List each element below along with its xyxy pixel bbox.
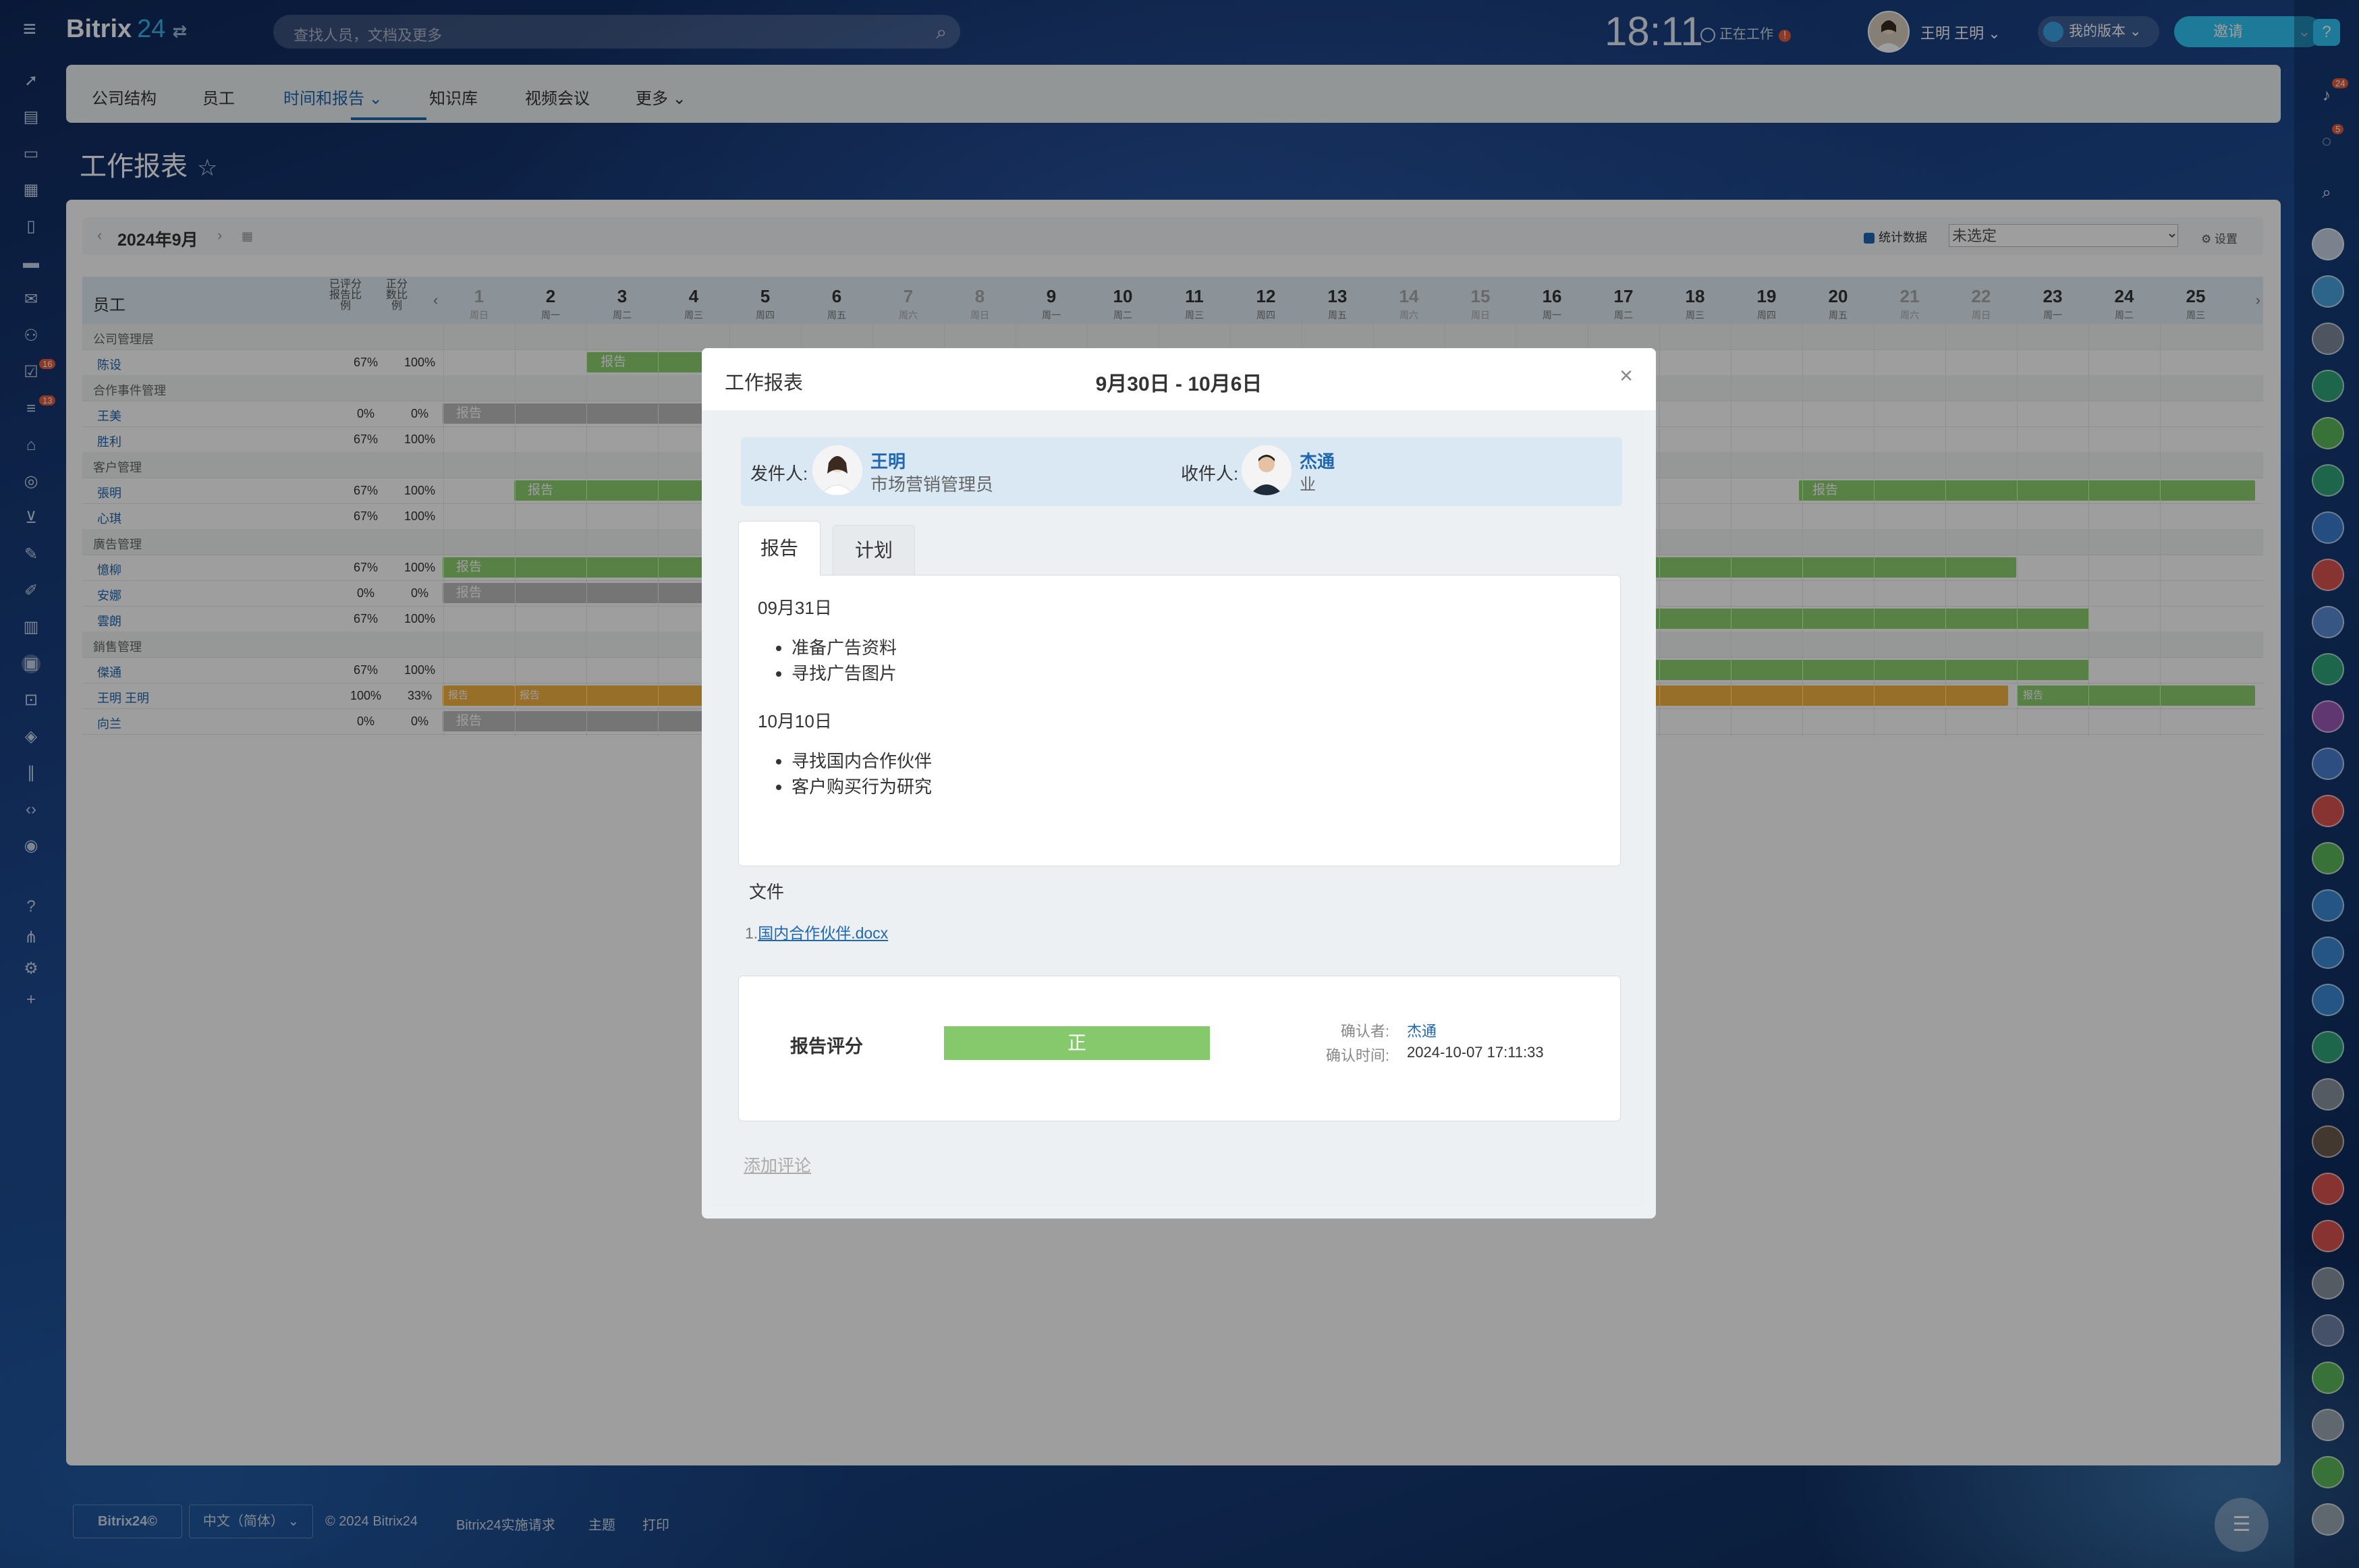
tab-report[interactable]: 报告 <box>738 521 821 576</box>
list-item: 准备广告资料 <box>792 635 897 661</box>
confirmed-by[interactable]: 杰通 <box>1407 1019 1437 1041</box>
rating-label: 报告评分 <box>790 1036 863 1057</box>
tab-plan[interactable]: 计划 <box>833 525 915 576</box>
file-link[interactable]: 1.国内合作伙伴.docx <box>745 920 888 943</box>
receiver-avatar[interactable] <box>1242 445 1292 495</box>
modal-header: 工作报表 9月30日 - 10月6日 × <box>702 348 1656 410</box>
rating-box: 报告评分 正 确认者: 杰通 确认时间: 2024-10-07 17:11:33 <box>738 976 1621 1121</box>
rating-value: 正 <box>944 1026 1210 1060</box>
add-comment-link[interactable]: 添加评论 <box>744 1152 811 1177</box>
receiver-position: 业 <box>1300 476 1316 494</box>
confirmed-time-label: 确认时间: <box>1325 1047 1389 1064</box>
list-item: 寻找广告图片 <box>792 661 897 686</box>
report-content: 09月31日 准备广告资料 寻找广告图片 10月10日 寻找国内合作伙伴 客户购… <box>738 575 1621 866</box>
file-index: 1. <box>745 924 758 942</box>
receiver-name[interactable]: 杰通 <box>1300 448 1335 473</box>
list-item: 客户购买行为研究 <box>792 774 932 800</box>
confirmed-time: 2024-10-07 17:11:33 <box>1407 1044 1544 1061</box>
files-heading: 文件 <box>749 882 785 902</box>
entry-list: 准备广告资料 寻找广告图片 <box>771 635 897 686</box>
sender-receiver-bar: 发件人: 王明 市场营销管理员 收件人: 杰通 业 <box>741 437 1622 506</box>
receiver-label: 收件人: <box>1181 464 1239 484</box>
entry-list: 寻找国内合作伙伴 客户购买行为研究 <box>771 748 932 800</box>
entry-date: 10月10日 <box>758 711 832 731</box>
modal-date-range: 9月30日 - 10月6日 <box>1095 373 1262 395</box>
sender-position: 市场营销管理员 <box>870 474 994 495</box>
report-modal: 工作报表 9月30日 - 10月6日 × 发件人: 王明 市场营销管理员 收件人… <box>702 348 1656 1219</box>
file-name[interactable]: 国内合作伙伴.docx <box>758 924 888 942</box>
list-item: 寻找国内合作伙伴 <box>792 748 932 774</box>
close-icon[interactable]: × <box>1619 363 1633 389</box>
entry-date: 09月31日 <box>758 598 832 618</box>
sender-name[interactable]: 王明 <box>870 448 906 473</box>
sender-label: 发件人: <box>750 464 808 484</box>
confirmed-by-label: 确认者: <box>1340 1023 1389 1040</box>
sender-avatar[interactable] <box>812 445 862 495</box>
